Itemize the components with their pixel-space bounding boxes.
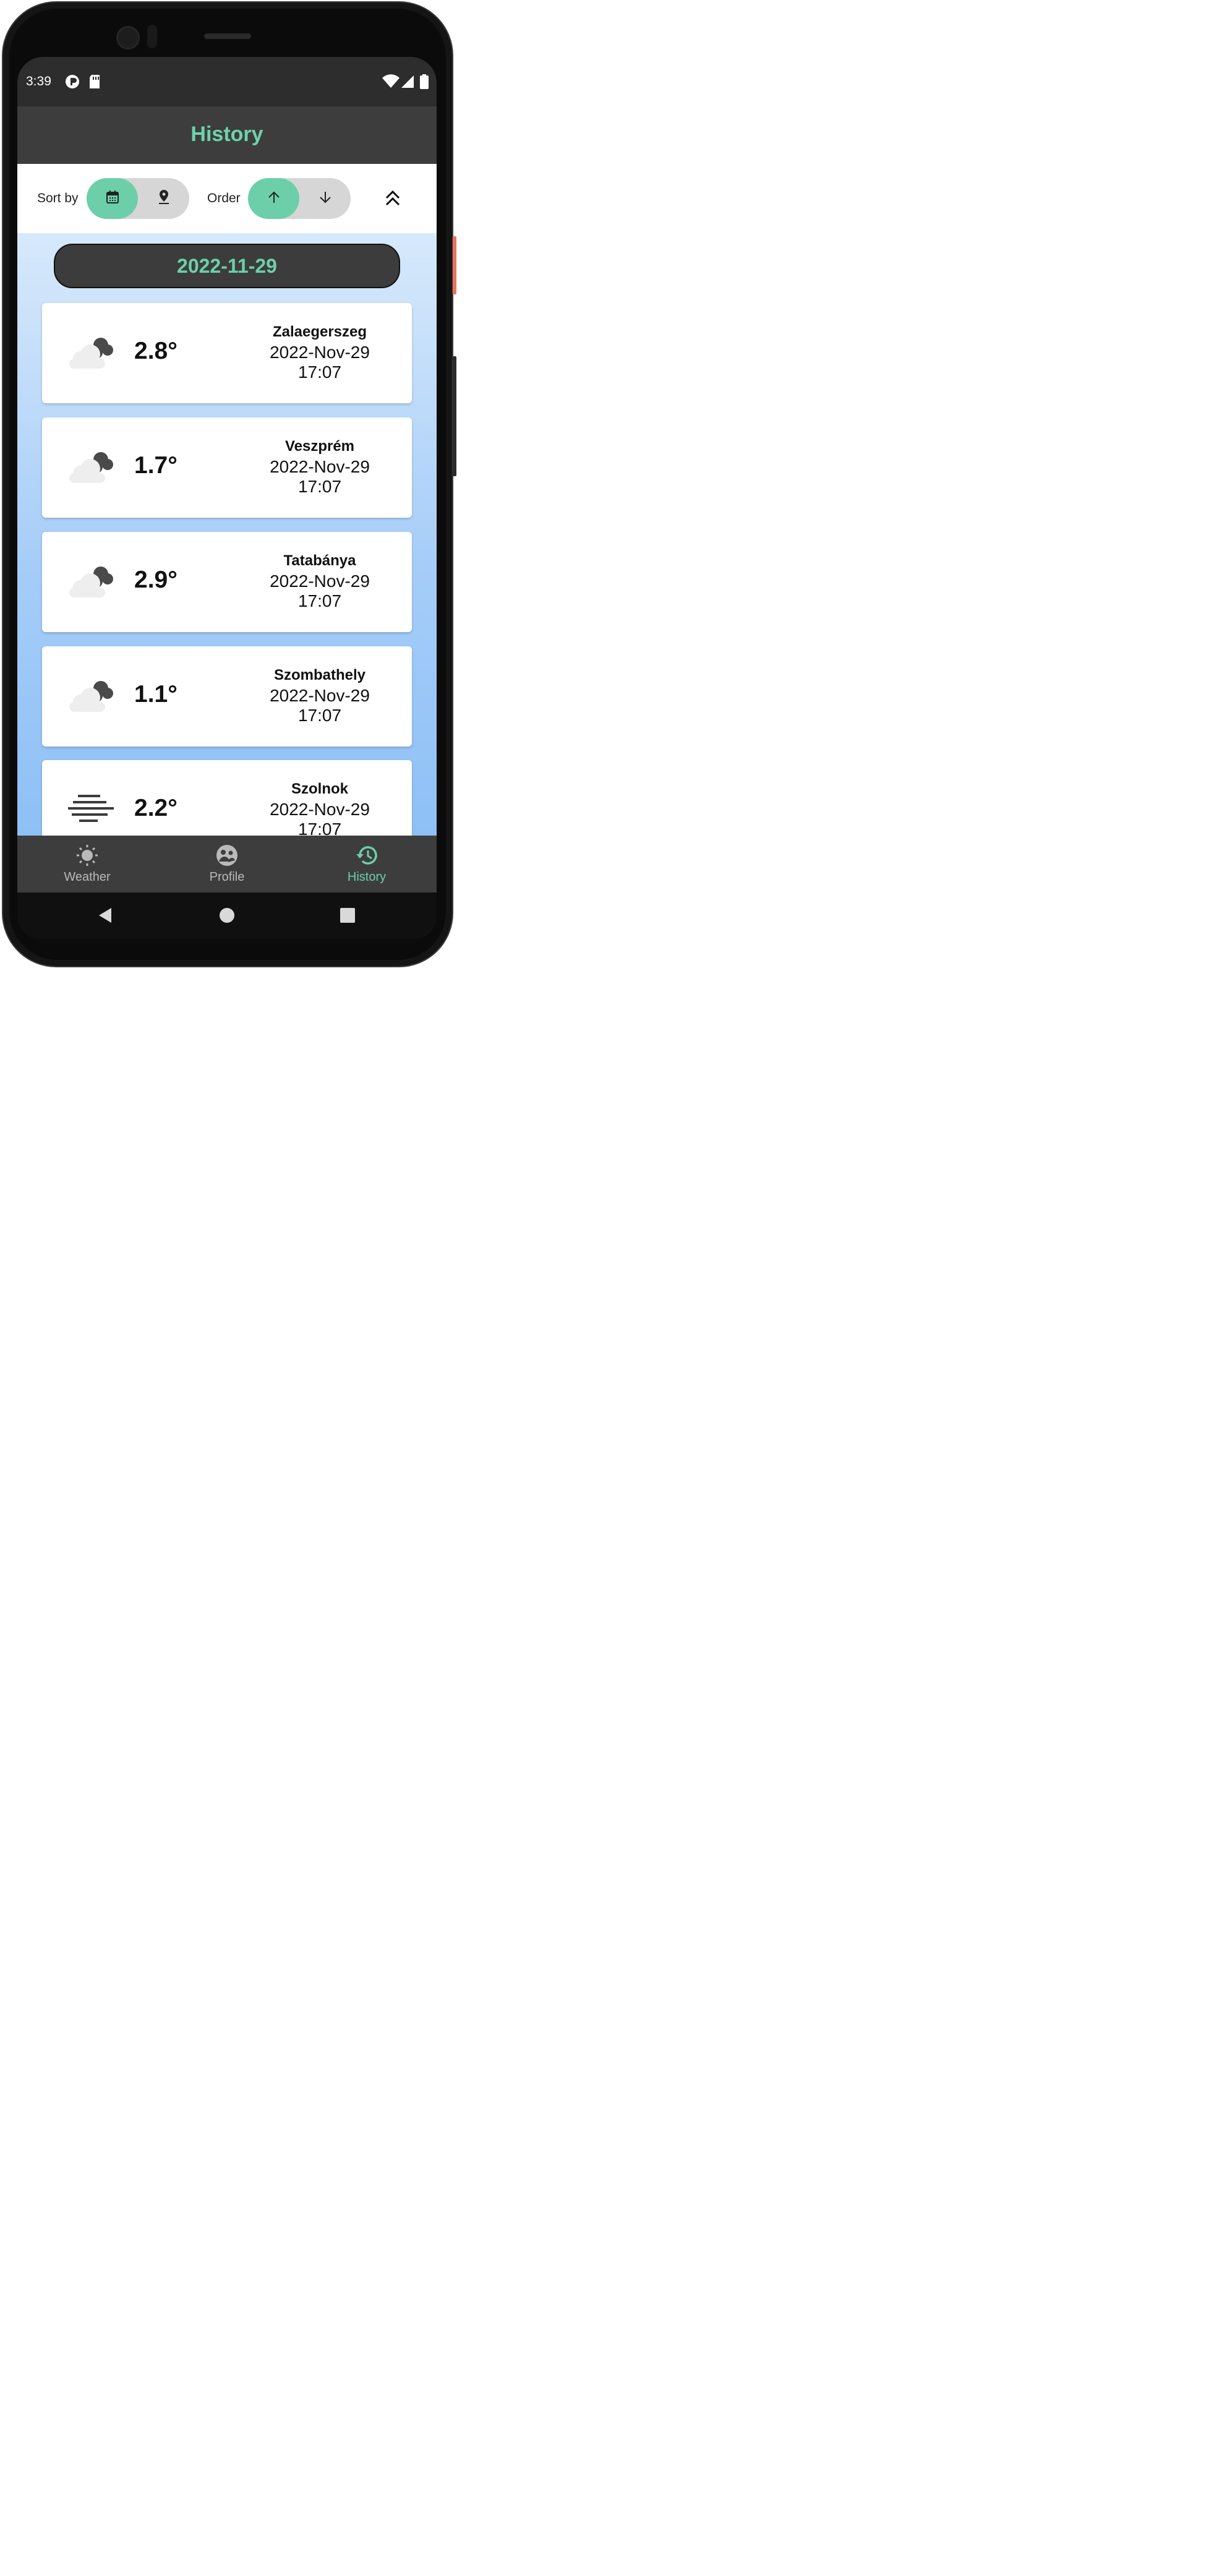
collapse-controls-button[interactable] (382, 189, 403, 210)
entry-time: 17:07 (297, 819, 342, 836)
temperature: 2.8° (134, 338, 177, 364)
profile-icon (177, 844, 276, 867)
city-name: Veszprém (284, 438, 355, 455)
recents-icon[interactable] (340, 908, 355, 926)
home-icon[interactable] (220, 908, 234, 926)
entry-info: Tatabánya 2022-Nov-29 17:07 (255, 550, 385, 611)
app-notification-icon (65, 74, 80, 92)
app-bar: History (17, 106, 437, 164)
history-list: 2022-11-29 2.8° Zalaegerszeg 2022-Nov-29… (17, 233, 437, 836)
sort-by-label: Sort by (37, 191, 79, 205)
history-entry-card[interactable]: 2.8° Zalaegerszeg 2022-Nov-29 17:07 (42, 303, 412, 403)
fog-icon (67, 791, 116, 829)
nav-weather-label: Weather (64, 870, 111, 884)
temperature: 1.1° (134, 681, 177, 708)
status-bar: 3:39 (17, 57, 437, 106)
sun-icon (38, 844, 137, 867)
entry-info: Szolnok 2022-Nov-29 17:07 (255, 779, 385, 836)
history-entry-card[interactable]: 2.9° Tatabánya 2022-Nov-29 17:07 (42, 532, 412, 632)
order-ascending-button[interactable] (248, 178, 299, 219)
sort-by-location-button[interactable] (138, 178, 189, 219)
power-button (453, 236, 456, 294)
temperature: 1.7° (134, 452, 177, 479)
nav-history[interactable]: History (317, 844, 416, 884)
sd-card-icon (88, 74, 101, 92)
order-descending-button[interactable] (299, 178, 351, 219)
proximity-sensor (147, 25, 157, 48)
nav-profile-label: Profile (209, 870, 245, 884)
cloudy-night-icon (67, 448, 116, 487)
sort-by-date-button[interactable] (87, 178, 138, 219)
entry-date: 2022-Nov-29 (270, 457, 370, 476)
history-entry-card[interactable]: 1.1° Szombathely 2022-Nov-29 17:07 (42, 646, 412, 747)
entry-date: 2022-Nov-29 (270, 686, 370, 705)
arrow-up-icon (267, 190, 281, 207)
volume-button (453, 356, 456, 476)
arrow-down-icon (318, 190, 332, 207)
date-group-header: 2022-11-29 (54, 244, 400, 288)
city-name: Szolnok (291, 781, 348, 797)
history-icon (317, 844, 416, 867)
nav-weather[interactable]: Weather (38, 844, 137, 884)
order-toggle (248, 178, 351, 219)
city-name: Zalaegerszeg (272, 323, 367, 340)
sort-toggle (87, 178, 189, 219)
entry-time: 17:07 (297, 362, 342, 382)
page-title: History (190, 122, 263, 146)
battery-icon (420, 74, 429, 92)
order-label: Order (207, 191, 241, 205)
front-camera (116, 26, 140, 49)
calendar-icon (105, 190, 120, 208)
cloudy-night-icon (67, 334, 116, 372)
entry-date: 2022-Nov-29 (270, 571, 370, 591)
temperature: 2.9° (134, 567, 177, 593)
system-navigation-bar (17, 892, 437, 939)
back-icon[interactable] (98, 907, 113, 926)
earpiece-speaker (204, 33, 251, 39)
entry-time: 17:07 (297, 706, 342, 725)
nav-profile[interactable]: Profile (177, 844, 276, 884)
entry-info: Zalaegerszeg 2022-Nov-29 17:07 (255, 322, 385, 382)
entry-date: 2022-Nov-29 (270, 343, 370, 362)
entry-date: 2022-Nov-29 (270, 800, 370, 819)
double-chevron-up-icon (385, 189, 401, 210)
location-pin-icon (157, 189, 171, 208)
cloudy-night-icon (67, 563, 116, 601)
cloudy-night-icon (67, 677, 116, 716)
city-name: Tatabánya (283, 552, 356, 569)
signal-icon (400, 74, 415, 92)
sort-controls: Sort by Order (17, 164, 437, 233)
temperature: 2.2° (134, 795, 177, 821)
nav-history-label: History (347, 870, 387, 884)
entry-info: Szombathely 2022-Nov-29 17:07 (255, 665, 385, 725)
screen: 3:39 History Sort by Order 2022-11-29 2.… (17, 57, 437, 939)
city-name: Szombathely (273, 667, 366, 683)
status-time: 3:39 (26, 74, 51, 88)
history-entry-card[interactable]: 1.7° Veszprém 2022-Nov-29 17:07 (42, 417, 412, 518)
entry-info: Veszprém 2022-Nov-29 17:07 (255, 436, 385, 497)
bottom-navigation: Weather Profile History (17, 836, 437, 892)
entry-time: 17:07 (297, 477, 342, 496)
wifi-icon (382, 74, 400, 92)
entry-time: 17:07 (297, 591, 342, 610)
history-entry-card[interactable]: 2.2° Szolnok 2022-Nov-29 17:07 (42, 760, 412, 836)
